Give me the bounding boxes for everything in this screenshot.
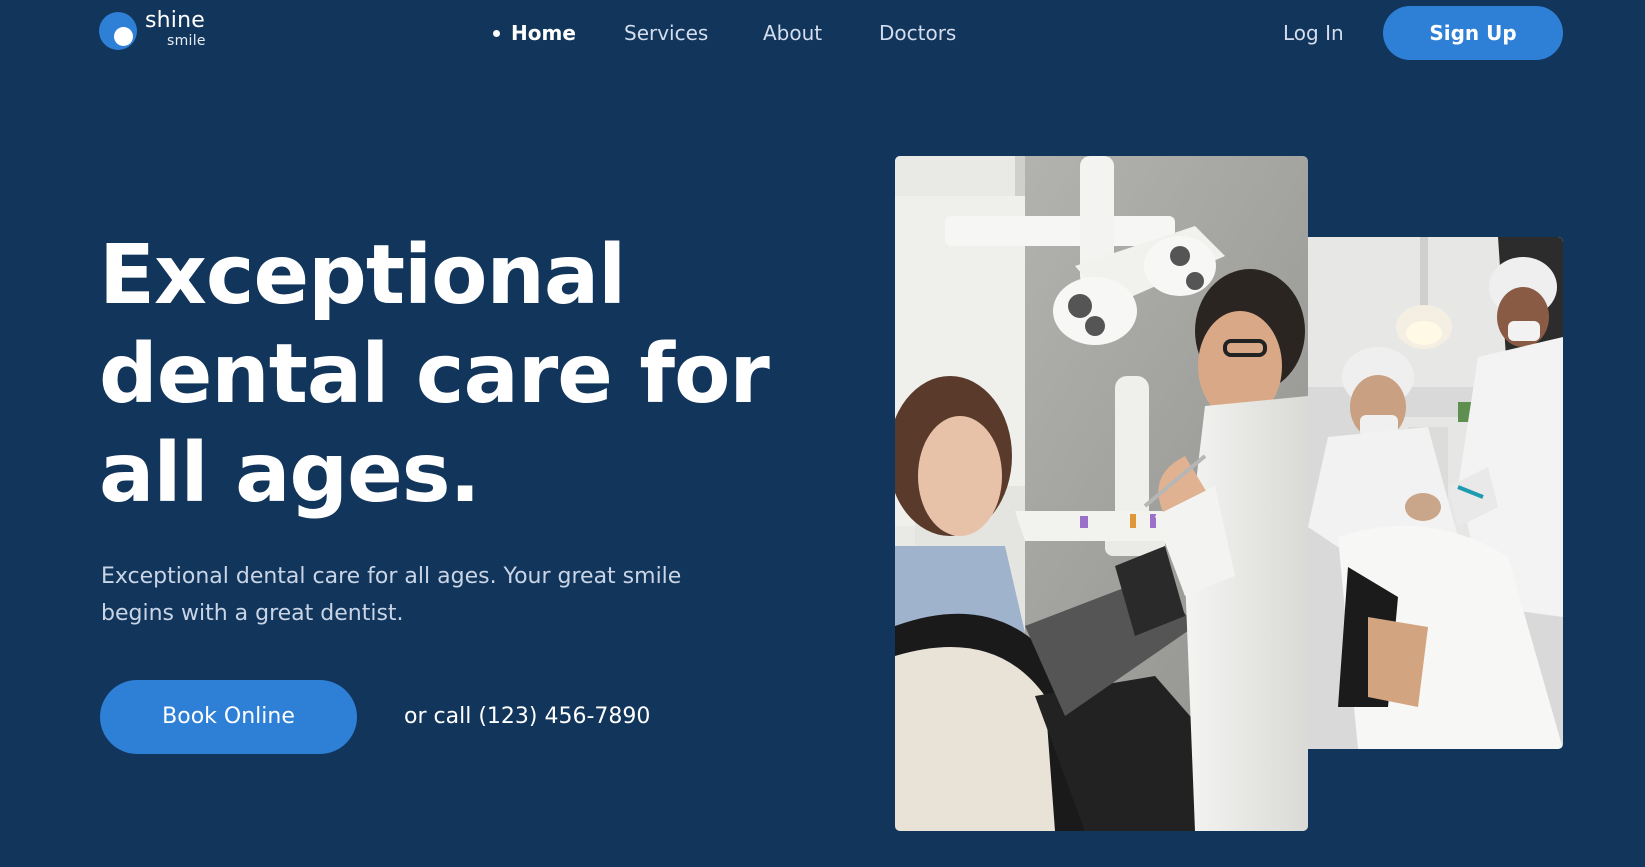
dental-team-procedure-photo: [1308, 237, 1563, 749]
hero-subtitle: Exceptional dental care for all ages. Yo…: [101, 564, 682, 626]
brand-logo[interactable]: shine smile: [99, 8, 219, 54]
nav-item-services[interactable]: Services: [624, 18, 708, 48]
nav-item-label: About: [763, 21, 823, 45]
site-header: shine smile Home Services About Doctors …: [0, 0, 1645, 66]
nav-item-label: Doctors: [879, 21, 957, 45]
phone-number-link[interactable]: (123) 456-7890: [478, 704, 650, 729]
call-line: or call (123) 456-7890: [404, 701, 650, 733]
signup-button[interactable]: Sign Up: [1383, 6, 1563, 60]
nav-item-about[interactable]: About: [763, 18, 822, 48]
logo-name-line1: shine: [145, 8, 205, 33]
nav-item-label: Services: [624, 21, 709, 45]
logo-name-line2: smile: [167, 33, 206, 49]
photo-illustration: [895, 156, 1308, 831]
nav-item-label: Home: [511, 21, 576, 45]
nav-item-doctors[interactable]: Doctors: [879, 18, 956, 48]
login-link[interactable]: Log In: [1283, 18, 1344, 48]
hero-title: Exceptional dental care for all ages.: [99, 228, 770, 521]
active-indicator-dot-icon: [493, 30, 500, 37]
photo-illustration: [1308, 237, 1563, 749]
logo-circle-icon: [99, 12, 137, 50]
nav-item-home[interactable]: Home: [489, 18, 576, 48]
book-online-button[interactable]: Book Online: [100, 680, 357, 754]
dentist-with-patient-photo: [895, 156, 1308, 831]
call-prefix: or call: [404, 704, 472, 729]
